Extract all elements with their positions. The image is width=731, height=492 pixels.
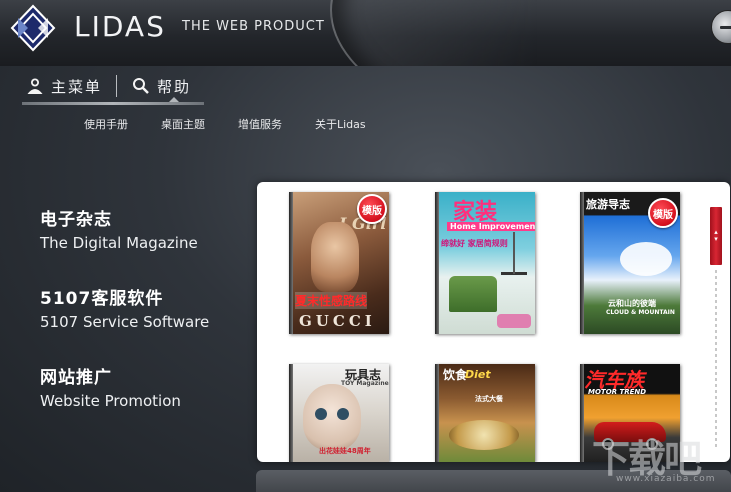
cover-subtitle: Diet (465, 368, 491, 381)
cover-lamp (513, 232, 515, 274)
cover-subtitle: Home Improvement (447, 222, 535, 231)
nav-divider (116, 75, 117, 97)
watermark-url: www.xiazaiba.com (616, 474, 716, 484)
magazine-panel: I Girl 夏末性感路线 GUCCI 模版 家装 Home Improveme… (257, 182, 730, 462)
template-badge: 模版 (357, 194, 387, 224)
cover-subtitle: TOY Magazine (341, 380, 389, 387)
submenu-about-lidas[interactable]: 关于Lidas (315, 116, 366, 132)
template-badge: 模版 (648, 198, 678, 228)
cover-title: 旅游导志 (586, 198, 630, 211)
cover-title: 饮食 (443, 368, 468, 382)
category-title-en: Website Promotion (40, 392, 181, 410)
cover-cloud (620, 242, 672, 276)
cover-headline: 缔就好 家居简规则 (441, 239, 508, 248)
cover-food-plate (449, 420, 519, 450)
category-title-zh: 电子杂志 (40, 210, 112, 230)
cover-spine (289, 364, 293, 462)
nav-active-pointer (169, 97, 179, 102)
cover-headline: 夏末性感路线 (295, 292, 368, 309)
cover-footer: 出花娃娃48周年 (319, 447, 371, 455)
category-title-zh: 网站推广 (40, 368, 112, 388)
nav-help[interactable]: 帮助 (132, 72, 191, 100)
scroll-arrows-icon: ▴ ▾ (714, 228, 718, 243)
user-icon (27, 78, 43, 94)
cover-footer: CLOUD & MOUNTAIN (606, 309, 675, 316)
cover-doll-eye-left (315, 408, 327, 420)
cover-doll-eye-right (337, 408, 349, 420)
cover-pillow (497, 314, 531, 328)
category-title-zh: 5107客服软件 (40, 289, 164, 309)
cover-spine (435, 364, 439, 462)
category-title-en: The Digital Magazine (40, 234, 198, 252)
brand-tagline: THE WEB PRODUCT (182, 19, 325, 34)
cover-spine (580, 192, 584, 334)
search-icon (133, 78, 149, 94)
submenu-value-added-service[interactable]: 增值服务 (238, 116, 282, 132)
cover-figure (311, 222, 359, 292)
category-website-promotion[interactable]: 网站推广 Website Promotion (40, 363, 181, 410)
app-header: LIDAS THE WEB PRODUCT (0, 0, 731, 66)
cover-doll-face (303, 384, 361, 450)
cover-spine (289, 192, 293, 334)
magazine-cover-home[interactable]: 家装 Home Improvement 缔就好 家居简规则 (435, 192, 535, 334)
nav-underline (22, 102, 204, 105)
magazine-cover-toy[interactable]: 玩具志 TOY Magazine 出花娃娃48周年 (289, 364, 389, 462)
category-digital-magazine[interactable]: 电子杂志 The Digital Magazine (40, 205, 198, 252)
cover-spine (435, 192, 439, 334)
panel-scroll-thumb[interactable]: ▴ ▾ (710, 207, 722, 265)
cover-footer: GUCCI (299, 312, 376, 330)
submenu-desktop-theme[interactable]: 桌面主题 (161, 116, 205, 132)
watermark: 下载吧 www.xiazaiba.com (588, 430, 728, 488)
header-swoosh-decoration (330, 0, 731, 66)
magazine-cover-travel[interactable]: 旅游导志 云和山的彼端 CLOUD & MOUNTAIN 模版 (580, 192, 680, 334)
magazine-cover-diet[interactable]: 饮食 Diet 法式大餐 (435, 364, 535, 462)
panel-scroll-track[interactable] (715, 270, 717, 450)
brand-name: LIDAS (74, 10, 166, 43)
category-title-en: 5107 Service Software (40, 313, 210, 331)
cover-subtitle: MOTOR TREND (588, 388, 647, 396)
main-nav: 主菜单 帮助 (22, 72, 204, 105)
cover-chair (449, 276, 497, 312)
nav-help-label: 帮助 (157, 77, 192, 96)
nav-main-menu-label: 主菜单 (51, 77, 103, 96)
lidas-logo-icon (10, 4, 56, 52)
magazine-cover-igirl[interactable]: I Girl 夏末性感路线 GUCCI 模版 (289, 192, 389, 334)
submenu-user-manual[interactable]: 使用手册 (84, 116, 128, 132)
cover-headline: 法式大餐 (475, 395, 503, 403)
category-service-software[interactable]: 5107客服软件 5107 Service Software (40, 284, 209, 331)
nav-main-menu[interactable]: 主菜单 (26, 72, 102, 100)
cover-subtitle: 云和山的彼端 (608, 299, 656, 308)
